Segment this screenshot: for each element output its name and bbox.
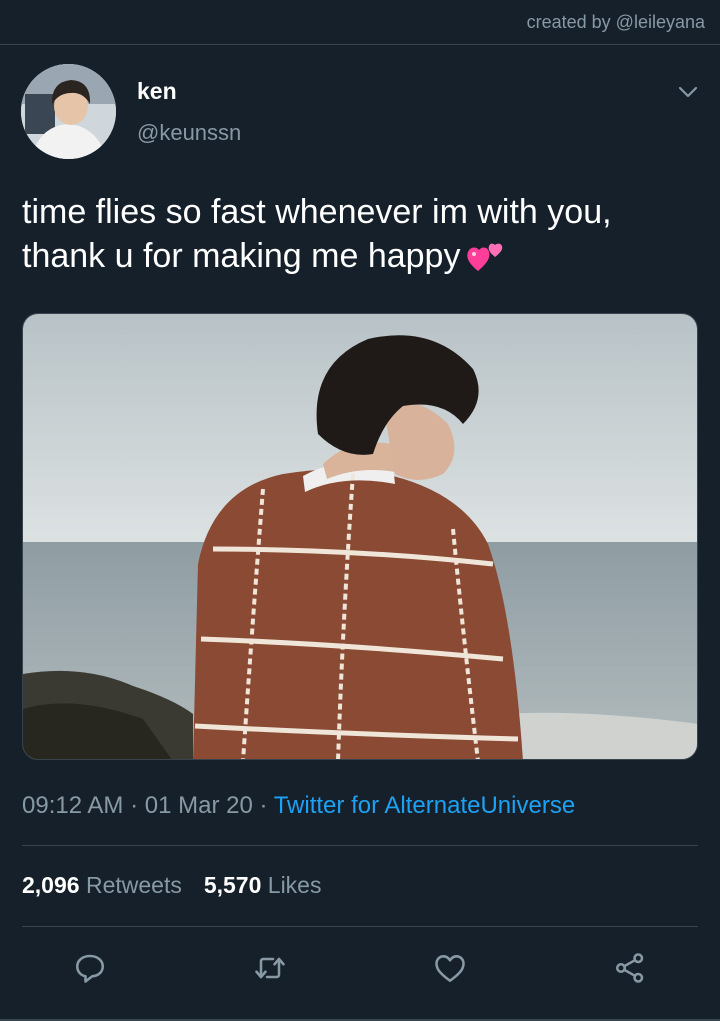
share-button[interactable] xyxy=(610,948,650,988)
tweet-time: 09:12 AM xyxy=(22,792,124,819)
chevron-down-icon[interactable] xyxy=(676,80,700,104)
likes-stat[interactable]: 5,570 Likes xyxy=(204,872,322,898)
watermark-credit: created by @leileyana xyxy=(526,12,705,32)
user-handle[interactable]: @keunssn xyxy=(137,120,241,146)
reply-icon xyxy=(75,954,105,983)
two-hearts-icon xyxy=(466,239,506,273)
display-name[interactable]: ken xyxy=(137,78,177,105)
avatar-photo xyxy=(21,64,116,159)
tweet-metadata: 09:12 AM · 01 Mar 20 · Twitter for Alter… xyxy=(22,792,575,820)
meta-separator: · xyxy=(130,792,139,819)
tweet-photo[interactable] xyxy=(22,313,698,760)
tweet-source-link[interactable]: Twitter for AlternateUniverse xyxy=(274,792,575,819)
photo-image xyxy=(23,314,697,759)
like-button[interactable] xyxy=(430,948,470,988)
likes-label: Likes xyxy=(267,872,322,898)
tweet-body: time flies so fast whenever im with you,… xyxy=(22,193,612,275)
engagement-stats: 2,096 Retweets 5,570 Likes xyxy=(22,872,321,899)
stats-divider-bottom xyxy=(22,926,698,927)
likes-count: 5,570 xyxy=(203,872,262,898)
like-icon xyxy=(435,955,465,983)
retweet-icon xyxy=(255,957,285,979)
reply-button[interactable] xyxy=(70,948,110,988)
tweet-actions-bar xyxy=(0,948,720,988)
stats-divider-top xyxy=(22,845,698,846)
meta-separator: · xyxy=(259,792,268,819)
retweets-count: 2,096 xyxy=(22,872,80,898)
avatar[interactable] xyxy=(21,64,116,159)
retweets-stat[interactable]: 2,096 Retweets xyxy=(22,872,182,898)
retweet-button[interactable] xyxy=(250,948,290,988)
share-icon xyxy=(615,953,644,983)
tweet-date: 01 Mar 20 xyxy=(144,792,253,819)
retweets-label: Retweets xyxy=(85,872,182,898)
tweet-text: time flies so fast whenever im with you,… xyxy=(22,190,698,278)
header-divider xyxy=(0,44,720,45)
